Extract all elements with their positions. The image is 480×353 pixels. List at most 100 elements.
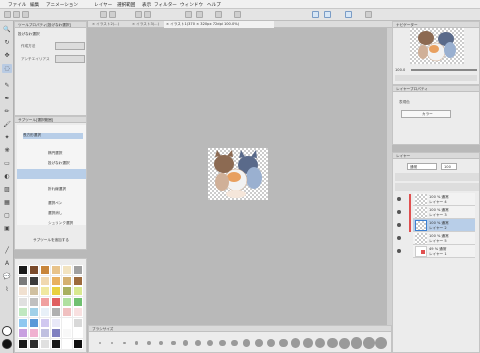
snap-ruler-icon[interactable] [312, 11, 319, 18]
color-swatch[interactable] [51, 328, 61, 338]
move-tool-icon[interactable]: ✥ [2, 51, 12, 60]
layer-row-5[interactable]: 100 % 通常 レイヤー 5 [413, 232, 475, 245]
brush-size-option[interactable] [291, 338, 301, 348]
ruler-tool-icon[interactable]: ╱ [2, 246, 12, 255]
tab-illust3[interactable]: × イラスト3(...) [132, 22, 159, 27]
menu-file[interactable]: ファイル [8, 2, 26, 8]
menu-edit[interactable]: 編集 [30, 2, 39, 8]
eye-icon[interactable] [397, 236, 401, 240]
brush-size-option[interactable] [231, 339, 238, 347]
save-icon[interactable] [22, 11, 29, 18]
blend-mode-select[interactable]: 通常 [407, 163, 437, 170]
color-mode-select[interactable]: カラー [401, 110, 451, 118]
brush-size-option[interactable] [123, 341, 126, 345]
color-swatch[interactable] [73, 317, 83, 328]
color-swatch[interactable] [29, 286, 39, 296]
pencil-tool-icon[interactable]: ✏ [2, 107, 12, 116]
brush-size-option[interactable] [375, 336, 388, 350]
color-swatch[interactable] [40, 338, 50, 349]
menu-filter[interactable]: フィルター [154, 2, 177, 8]
clear-icon[interactable] [135, 11, 142, 18]
sub-tool-polyline[interactable]: 折れ線選択 [48, 187, 66, 192]
color-swatch[interactable] [29, 307, 39, 317]
lasso-tool-icon[interactable]: ◌ [2, 64, 12, 73]
menu-selection[interactable]: 選択範囲 [117, 2, 135, 8]
navigator-buttons[interactable] [395, 75, 477, 81]
color-swatch[interactable] [62, 307, 72, 317]
tab-illust1[interactable]: × イラスト1(370 × 320px 72dpi 100.0%) [164, 21, 274, 28]
brush-size-option[interactable] [279, 338, 288, 348]
color-swatch[interactable] [73, 286, 83, 296]
color-swatch[interactable] [29, 296, 39, 307]
antialias-buttons[interactable] [55, 55, 85, 63]
navigator-thumbnail[interactable] [410, 28, 464, 64]
color-swatch[interactable] [40, 265, 50, 275]
main-color-swatch[interactable] [2, 326, 12, 336]
balloon-tool-icon[interactable]: 💬 [2, 272, 12, 281]
layer-tool-buttons[interactable] [395, 173, 479, 181]
selection-mode-buttons[interactable] [55, 42, 85, 50]
color-swatch[interactable] [29, 328, 39, 338]
snap-icon[interactable] [234, 11, 241, 18]
color-swatch[interactable] [62, 265, 72, 275]
opacity-input[interactable]: 100 [441, 163, 457, 170]
eye-icon[interactable] [397, 249, 401, 253]
correct-line-tool-icon[interactable]: ⌇ [2, 285, 12, 294]
sub-tool-rect[interactable]: 長方形選択 [23, 133, 83, 139]
brush-size-option[interactable] [183, 340, 189, 346]
undo-icon[interactable] [100, 11, 107, 18]
eraser-tool-icon[interactable]: ▭ [2, 159, 12, 168]
color-swatch[interactable] [40, 307, 50, 317]
layer-row-1[interactable]: 49 % 通常 レイヤー 1 [413, 245, 475, 258]
color-swatch[interactable] [51, 275, 61, 286]
snap-grid-icon[interactable] [345, 11, 352, 18]
color-swatch[interactable] [51, 317, 61, 328]
color-swatch[interactable] [18, 265, 28, 275]
menu-layer[interactable]: レイヤー [94, 2, 112, 8]
color-swatch[interactable] [51, 307, 61, 317]
deselect-icon[interactable] [185, 11, 192, 18]
color-swatch[interactable] [73, 307, 83, 317]
frame-tool-icon[interactable]: ▣ [2, 224, 12, 233]
eyedropper-tool-icon[interactable]: ✎ [2, 81, 12, 90]
decoration-tool-icon[interactable]: ❋ [2, 146, 12, 155]
zoom-tool-icon[interactable]: 🔍 [2, 25, 12, 34]
color-swatch[interactable] [62, 328, 72, 338]
brush-size-option[interactable] [135, 341, 139, 345]
color-swatch[interactable] [18, 317, 28, 328]
layer-tool-buttons-2[interactable] [395, 183, 479, 191]
menu-help[interactable]: ヘルプ [207, 2, 221, 8]
sub-tool-ellipse[interactable]: 楕円選択 [48, 151, 62, 156]
brush-size-option[interactable] [327, 337, 338, 349]
new-file-icon[interactable] [4, 11, 11, 18]
brush-size-option[interactable] [111, 341, 114, 345]
color-swatch[interactable] [62, 286, 72, 296]
color-swatch[interactable] [29, 317, 39, 328]
layer-row-4[interactable]: 100 % 通常 レイヤー 4 [413, 193, 475, 206]
color-swatch[interactable] [40, 328, 50, 338]
brush-size-option[interactable] [219, 339, 226, 347]
color-swatch[interactable] [73, 275, 83, 286]
add-sub-tool-button[interactable]: サブツールを追加する [33, 238, 69, 243]
snap-special-ruler-icon[interactable] [324, 11, 331, 18]
brush-size-option[interactable] [243, 339, 251, 347]
menu-view[interactable]: 表示 [142, 2, 151, 8]
open-file-icon[interactable] [13, 11, 20, 18]
brush-size-option[interactable] [267, 338, 276, 348]
eye-icon[interactable] [397, 210, 401, 214]
color-swatch[interactable] [18, 275, 28, 286]
transform-icon[interactable] [144, 11, 151, 18]
sub-tool-lasso[interactable]: 投げなわ選択 [48, 161, 70, 166]
eye-icon[interactable] [397, 223, 401, 227]
eye-icon[interactable] [397, 197, 401, 201]
color-swatch[interactable] [40, 296, 50, 307]
layer-row-3[interactable]: 100 % 通常 レイヤー 3 [413, 206, 475, 219]
sub-color-swatch[interactable] [2, 339, 12, 349]
brush-size-option[interactable] [207, 339, 214, 347]
tab-illust2[interactable]: × イラスト2(...) [92, 22, 119, 27]
invert-selection-icon[interactable] [196, 11, 203, 18]
brush-tool-icon[interactable]: 🖌 [2, 120, 12, 129]
redo-icon[interactable] [109, 11, 116, 18]
brush-size-option[interactable] [147, 341, 151, 345]
brush-size-option[interactable] [159, 340, 164, 346]
